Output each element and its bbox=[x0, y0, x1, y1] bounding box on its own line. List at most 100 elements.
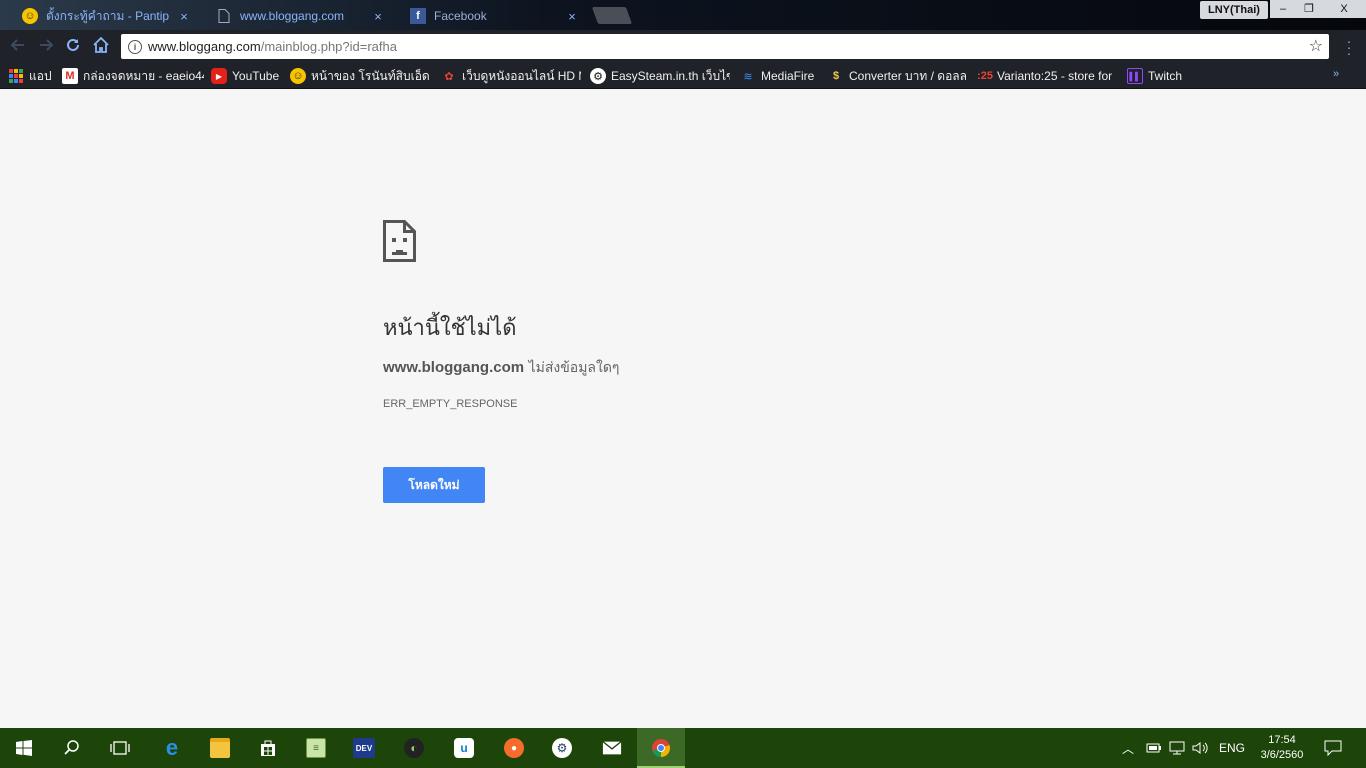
browser-toolbar: i www.bloggang.com/mainblog.php?id=rafha… bbox=[0, 30, 1366, 63]
edge-icon: e bbox=[165, 735, 179, 760]
bookmark-varianto[interactable]: :25 Varianto:25 - store for bbox=[975, 67, 1115, 85]
volume-icon[interactable] bbox=[1192, 728, 1210, 768]
bookmark-twitch[interactable]: ▌▌ Twitch bbox=[1127, 67, 1187, 85]
ubisoft-icon: u bbox=[454, 738, 474, 758]
bookmark-label: MediaFire bbox=[761, 69, 815, 83]
taskbar-origin[interactable]: ● bbox=[490, 728, 538, 768]
network-icon[interactable] bbox=[1169, 728, 1185, 768]
url-path: /mainblog.php?id=rafha bbox=[260, 39, 397, 54]
taskbar-notepad[interactable]: ≡ bbox=[292, 728, 340, 768]
info-icon[interactable]: i bbox=[128, 39, 142, 54]
facebook-icon: f bbox=[410, 8, 426, 24]
forward-button[interactable] bbox=[36, 36, 56, 56]
steam-icon: ⚙ bbox=[590, 68, 606, 84]
profile-button[interactable]: LNY(Thai) bbox=[1200, 1, 1268, 19]
home-button[interactable] bbox=[91, 36, 111, 56]
input-language[interactable]: ENG bbox=[1219, 728, 1245, 768]
notification-icon bbox=[1324, 740, 1342, 756]
error-description: www.bloggang.com ไม่ส่งข้อมูลใดๆ bbox=[383, 357, 619, 379]
tab-title: ตั้งกระทู้คำถาม - Pantip bbox=[46, 8, 170, 23]
twitch-icon: ▌▌ bbox=[1127, 68, 1143, 84]
app-icon: ◐ bbox=[404, 738, 424, 758]
bookmark-easysteam[interactable]: ⚙ EasySteam.in.th เว็บไซต bbox=[590, 67, 730, 85]
pantip-icon: ☺ bbox=[22, 8, 38, 24]
tab-title: www.bloggang.com bbox=[240, 9, 345, 23]
bookmark-label: Converter บาท / ดอลลา bbox=[849, 68, 966, 83]
clock-date: 3/6/2560 bbox=[1260, 749, 1304, 761]
bookmark-label: หน้าของ โรนันท์สิบเอ็ด - P bbox=[311, 68, 432, 83]
bookmark-youtube[interactable]: ▶ YouTube bbox=[211, 67, 283, 85]
maximize-button[interactable]: ❐ bbox=[1296, 0, 1322, 18]
task-view-button[interactable] bbox=[96, 728, 144, 768]
close-tab-icon[interactable]: × bbox=[370, 9, 386, 24]
home-icon bbox=[93, 36, 109, 53]
error-message: ไม่ส่งข้อมูลใดๆ bbox=[528, 360, 620, 376]
reload-page-button[interactable]: โหลดใหม่ bbox=[383, 467, 485, 503]
store-icon bbox=[258, 738, 278, 758]
sad-page-icon bbox=[383, 220, 416, 262]
file-explorer-icon bbox=[210, 738, 230, 758]
origin-icon: ● bbox=[504, 738, 524, 758]
bookmark-star-icon[interactable]: ☆ bbox=[1309, 36, 1323, 56]
bookmark-label: Varianto:25 - store for bbox=[997, 69, 1113, 83]
mail-icon bbox=[602, 738, 622, 758]
taskbar-steam[interactable]: ⚙ bbox=[538, 728, 586, 768]
taskbar-chrome[interactable] bbox=[637, 728, 685, 768]
show-hidden-icons-button[interactable]: ︿ bbox=[1122, 728, 1134, 768]
close-tab-icon[interactable]: × bbox=[564, 9, 580, 24]
taskbar-devc[interactable]: DEV bbox=[340, 728, 388, 768]
movie-icon: ✿ bbox=[444, 70, 454, 83]
start-button[interactable] bbox=[0, 728, 48, 768]
new-tab-button[interactable] bbox=[591, 7, 633, 24]
task-view-icon bbox=[110, 738, 130, 758]
close-tab-icon[interactable]: × bbox=[176, 9, 192, 24]
back-button[interactable] bbox=[8, 36, 28, 56]
taskbar-app[interactable]: ◐ bbox=[390, 728, 438, 768]
tab-pantip[interactable]: ☺ ตั้งกระทู้คำถาม - Pantip × bbox=[2, 2, 202, 30]
mediafire-icon: ≋ bbox=[743, 70, 753, 83]
bookmark-label: แอป bbox=[29, 68, 52, 83]
bookmark-converter[interactable]: $ Converter บาท / ดอลลา bbox=[828, 67, 966, 85]
action-center-button[interactable] bbox=[1324, 728, 1342, 768]
taskbar-clock[interactable]: 17:54 3/6/2560 bbox=[1252, 733, 1312, 763]
battery-icon[interactable] bbox=[1146, 728, 1162, 768]
apps-grid-icon bbox=[8, 68, 24, 84]
taskbar-mail[interactable] bbox=[588, 728, 636, 768]
arrow-right-icon bbox=[40, 39, 54, 51]
gmail-icon: M bbox=[62, 68, 78, 84]
tab-bloggang[interactable]: www.bloggang.com × bbox=[196, 2, 396, 30]
notepad-icon: ≡ bbox=[306, 738, 326, 758]
bookmark-gmail[interactable]: M กล่องจดหมาย - eaeio44 bbox=[62, 67, 204, 85]
search-button[interactable] bbox=[48, 728, 96, 768]
chrome-icon bbox=[651, 738, 671, 758]
varianto-icon: :25 bbox=[977, 70, 993, 82]
bookmarks-bar: แอป M กล่องจดหมาย - eaeio44 ▶ YouTube ☺ … bbox=[0, 63, 1366, 89]
taskbar-store[interactable] bbox=[244, 728, 292, 768]
close-window-button[interactable]: X bbox=[1322, 0, 1366, 18]
bookmarks-overflow-button[interactable]: » bbox=[1333, 68, 1339, 80]
steam-icon: ⚙ bbox=[552, 738, 572, 758]
bookmark-pantip[interactable]: ☺ หน้าของ โรนันท์สิบเอ็ด - P bbox=[290, 67, 432, 85]
bookmark-movie[interactable]: ✿ เว็บดูหนังออนไลน์ HD Mo bbox=[441, 67, 581, 85]
menu-button[interactable]: · · · bbox=[1344, 34, 1354, 60]
arrow-left-icon bbox=[10, 39, 24, 51]
tab-facebook[interactable]: f Facebook × bbox=[390, 2, 590, 30]
youtube-icon: ▶ bbox=[211, 68, 227, 84]
bookmark-apps[interactable]: แอป bbox=[8, 67, 58, 85]
bookmark-label: YouTube bbox=[232, 69, 280, 83]
bookmark-mediafire[interactable]: ≋ MediaFire bbox=[740, 67, 818, 85]
pantip-icon: ☺ bbox=[290, 68, 306, 84]
reload-button[interactable] bbox=[63, 36, 83, 56]
minimize-button[interactable]: – bbox=[1270, 0, 1296, 18]
tab-title: Facebook bbox=[434, 9, 487, 23]
address-bar[interactable]: i www.bloggang.com/mainblog.php?id=rafha… bbox=[121, 34, 1329, 59]
windows-taskbar: e ≡ DEV ◐ u ● ⚙ ︿ ENG 17:54 3/6/2560 bbox=[0, 728, 1366, 768]
page-icon bbox=[216, 8, 232, 24]
taskbar-edge[interactable]: e bbox=[148, 728, 196, 768]
bookmark-label: เว็บดูหนังออนไลน์ HD Mo bbox=[462, 68, 581, 83]
error-title: หน้านี้ใช้ไม่ได้ bbox=[383, 316, 517, 341]
taskbar-ubisoft[interactable]: u bbox=[440, 728, 488, 768]
start-icon bbox=[14, 738, 34, 758]
bookmark-label: EasySteam.in.th เว็บไซต bbox=[611, 68, 730, 83]
taskbar-file-explorer[interactable] bbox=[196, 728, 244, 768]
